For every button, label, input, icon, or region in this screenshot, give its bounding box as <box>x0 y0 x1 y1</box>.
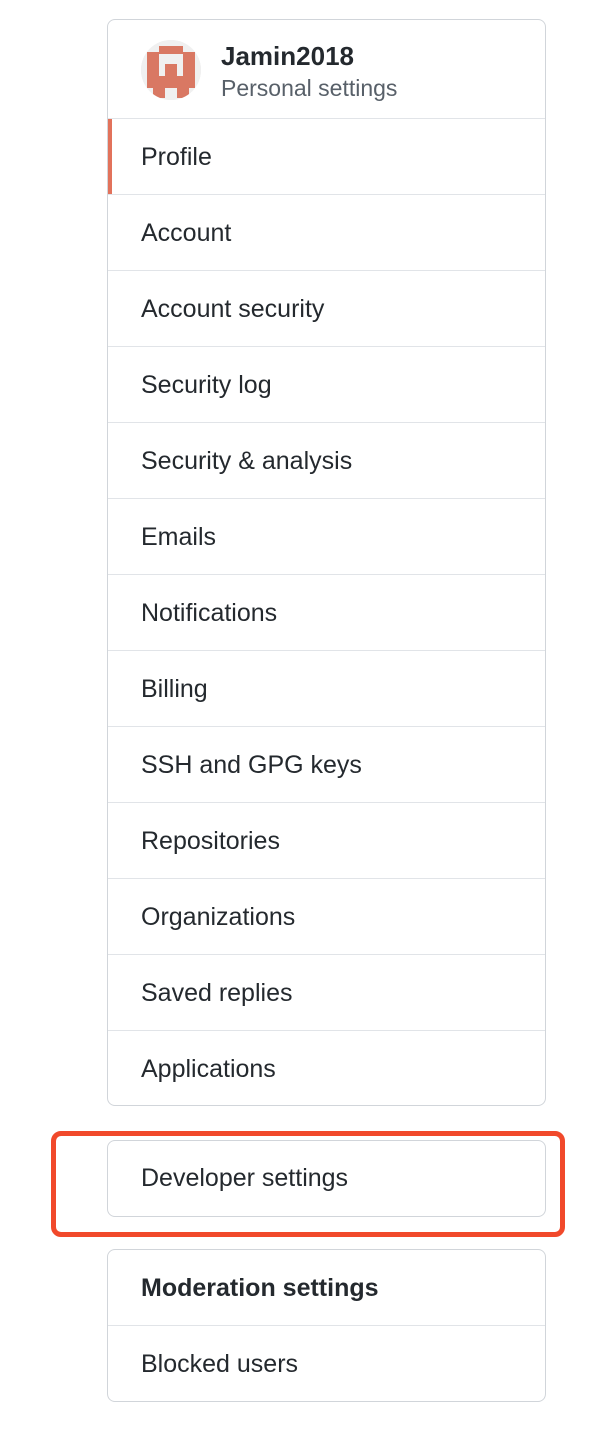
user-header: Jamin2018 Personal settings <box>108 20 545 119</box>
username[interactable]: Jamin2018 <box>221 40 354 72</box>
nav-item-repositories[interactable]: Repositories <box>108 803 545 879</box>
developer-settings-panel: Developer settings <box>107 1140 546 1217</box>
nav-item-account[interactable]: Account <box>108 195 545 271</box>
nav-item-notifications[interactable]: Notifications <box>108 575 545 651</box>
nav-item-billing[interactable]: Billing <box>108 651 545 727</box>
nav-item-blocked-users[interactable]: Blocked users <box>108 1326 545 1401</box>
nav-item-developer-settings[interactable]: Developer settings <box>108 1141 545 1215</box>
settings-subtitle: Personal settings <box>221 75 398 101</box>
avatar[interactable] <box>141 40 201 100</box>
nav-item-account-security[interactable]: Account security <box>108 271 545 347</box>
nav-item-ssh-gpg-keys[interactable]: SSH and GPG keys <box>108 727 545 803</box>
nav-item-security-analysis[interactable]: Security & analysis <box>108 423 545 499</box>
nav-item-emails[interactable]: Emails <box>108 499 545 575</box>
nav-item-security-log[interactable]: Security log <box>108 347 545 423</box>
nav-item-organizations[interactable]: Organizations <box>108 879 545 955</box>
moderation-settings-heading: Moderation settings <box>108 1250 545 1326</box>
settings-nav-panel: Jamin2018 Personal settings Profile Acco… <box>107 19 546 1106</box>
nav-item-profile[interactable]: Profile <box>108 119 545 195</box>
nav-item-saved-replies[interactable]: Saved replies <box>108 955 545 1031</box>
nav-item-applications[interactable]: Applications <box>108 1031 545 1105</box>
moderation-settings-panel: Moderation settings Blocked users <box>107 1249 546 1402</box>
identicon-avatar-icon <box>141 40 201 100</box>
